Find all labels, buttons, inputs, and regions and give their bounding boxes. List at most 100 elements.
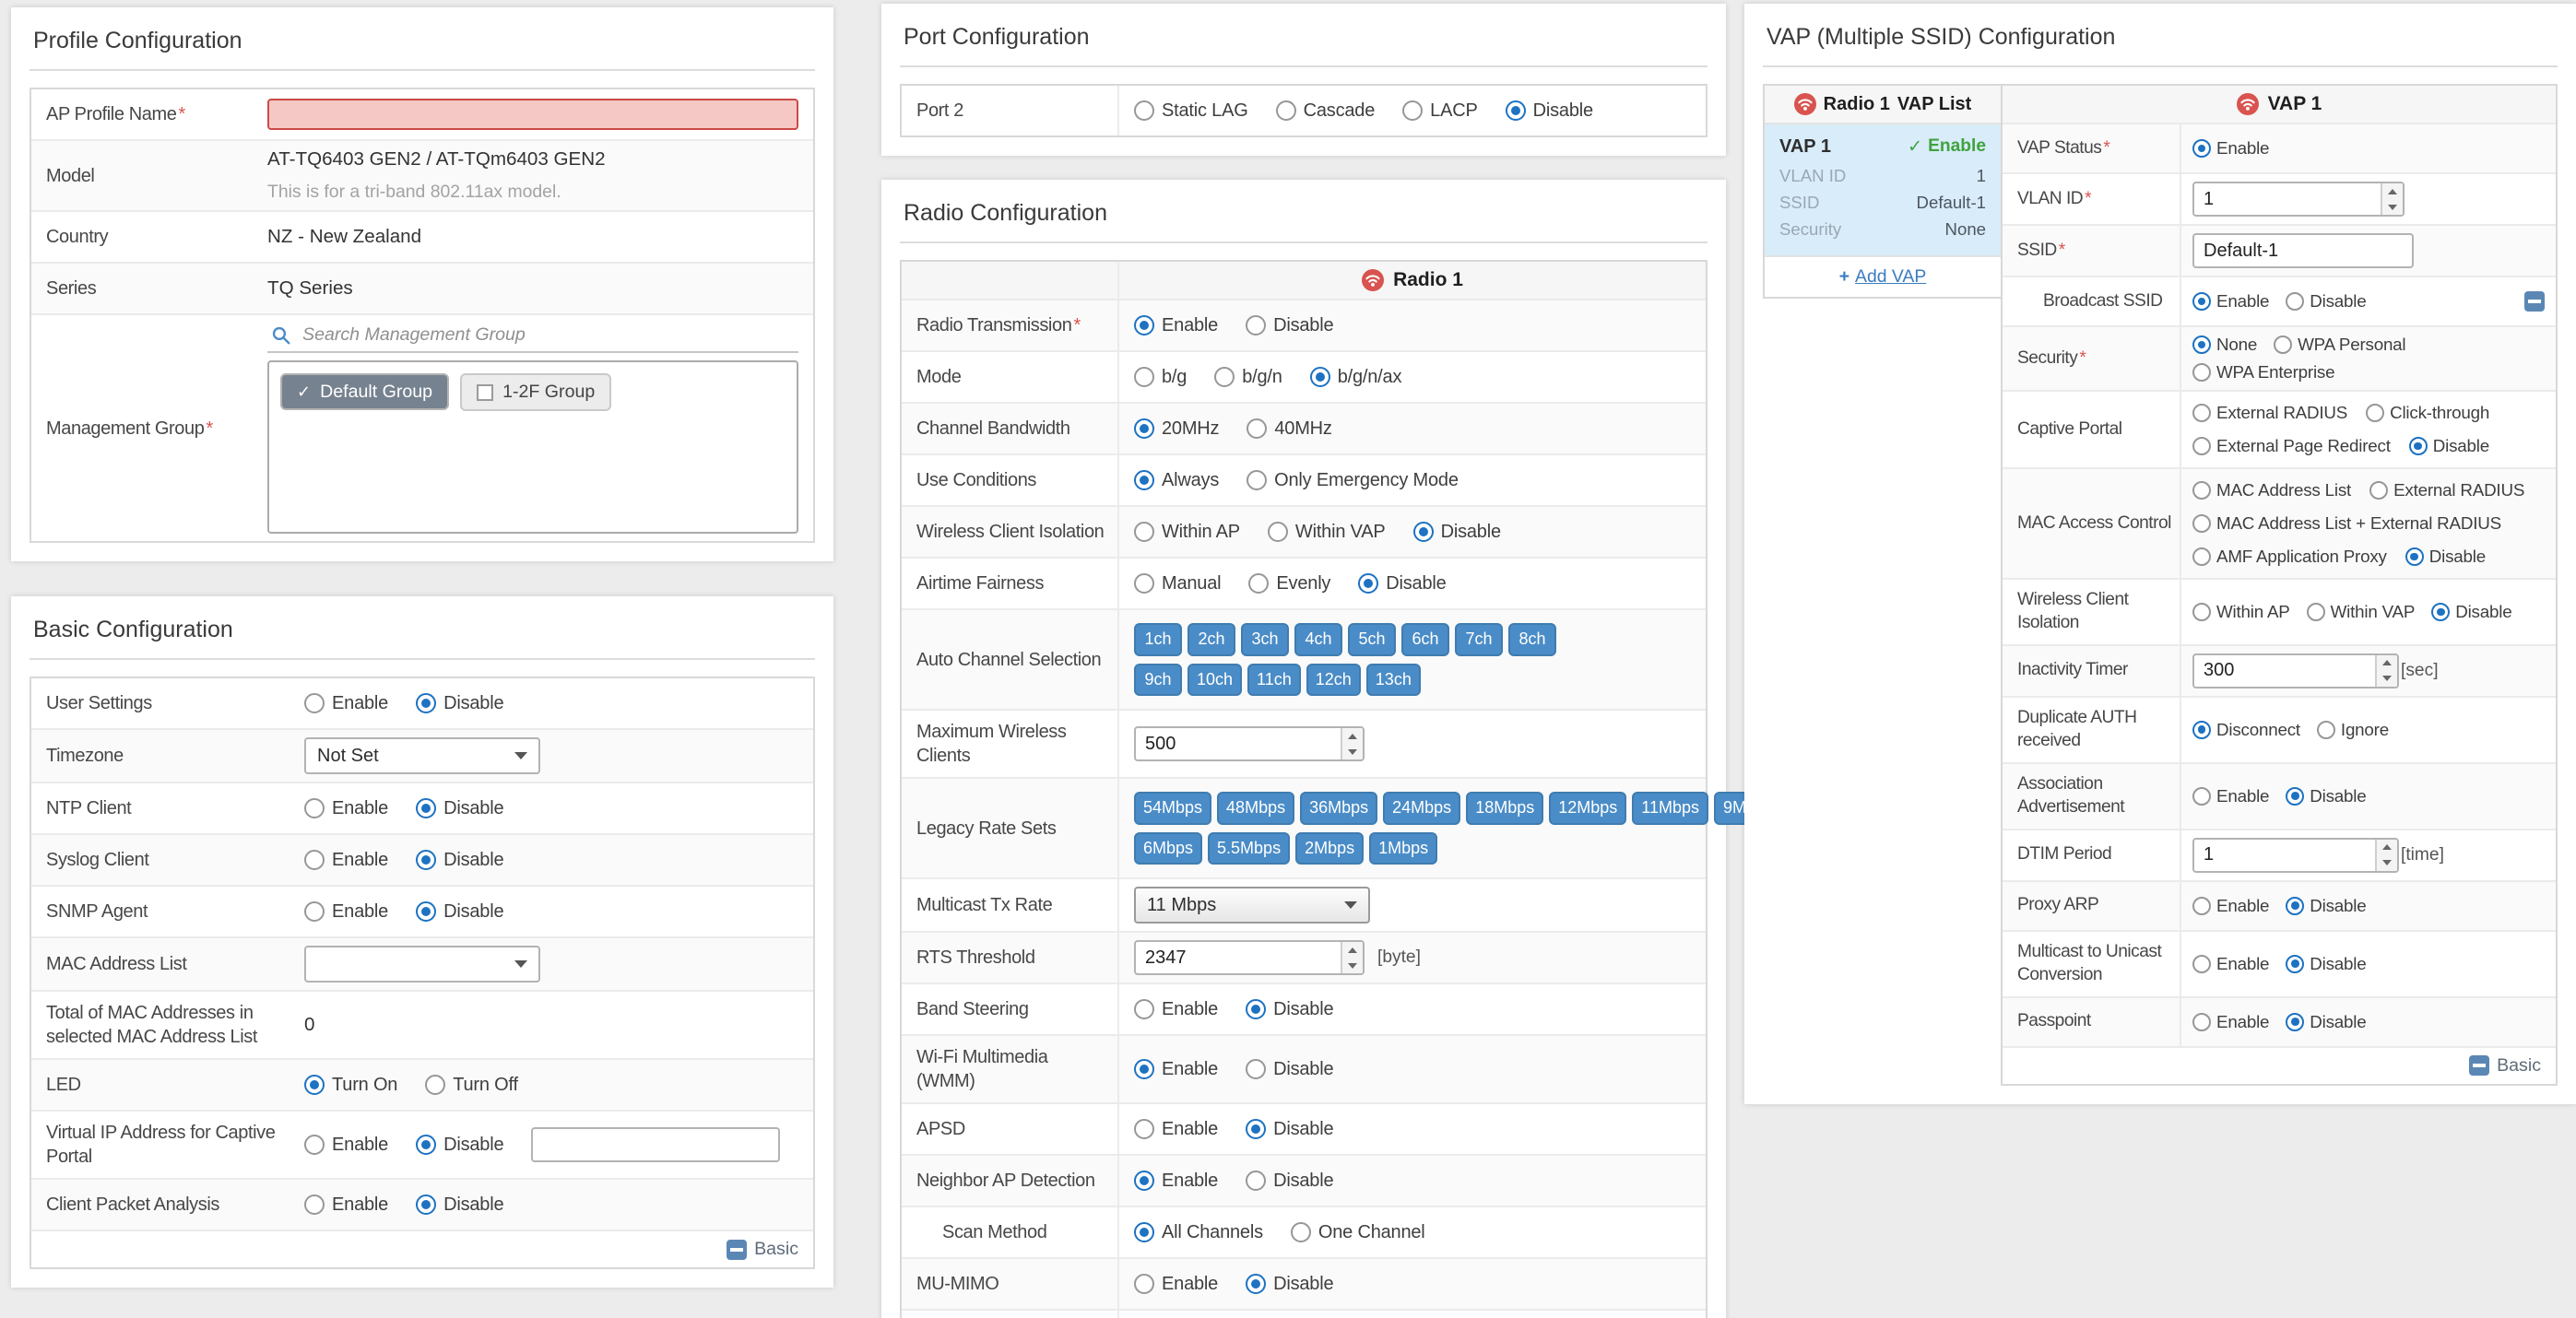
multicast-tx-rate-select[interactable]: 11 Mbps [1134, 887, 1370, 924]
vap-list-item-vap1[interactable]: VAP 1 Enable VLAN ID 1 SSID D [1765, 124, 2001, 257]
airtime-fairness-radio-option-1[interactable]: Evenly [1248, 573, 1330, 594]
radio-transmission-radio-option-0[interactable]: Enable [1134, 315, 1218, 336]
legacy-rate-sets-chip-54Mbps[interactable]: 54Mbps [1134, 792, 1211, 825]
virtual-ip-captive-portal-text-input[interactable] [531, 1127, 780, 1162]
auto-channel-selection-chip-3ch[interactable]: 3ch [1241, 623, 1289, 656]
port-2-radio-option-0[interactable]: Static LAG [1134, 100, 1248, 122]
vap_detail-basic-toggle[interactable]: Basic [2469, 1055, 2541, 1077]
association-advertisement-radio-option-0[interactable]: Enable [2192, 786, 2269, 806]
wireless-client-isolation-radio-option-2[interactable]: Disable [1413, 522, 1501, 543]
wireless-client-isolation-radio-option-1[interactable]: Within VAP [2307, 602, 2416, 622]
duplicate-auth-received-radio-option-1[interactable]: Ignore [2317, 720, 2389, 740]
auto-channel-selection-chip-1ch[interactable]: 1ch [1134, 623, 1182, 656]
spinner-up-icon[interactable] [2382, 183, 2403, 199]
security-radio-option-2[interactable]: WPA Enterprise [2192, 362, 2334, 382]
auto-channel-selection-chip-2ch[interactable]: 2ch [1188, 623, 1235, 656]
auto-channel-selection-chip-8ch[interactable]: 8ch [1508, 623, 1556, 656]
wifi-multimedia-wmm-radio-option-1[interactable]: Disable [1246, 1059, 1333, 1080]
legacy-rate-sets-chip-6Mbps[interactable]: 6Mbps [1134, 832, 1202, 865]
spinner-down-icon[interactable] [2377, 671, 2397, 687]
auto-channel-selection-chip-6ch[interactable]: 6ch [1401, 623, 1449, 656]
mode-radio-option-1[interactable]: b/g/n [1214, 367, 1282, 388]
mac-access-control-radio-option-2-1[interactable]: Disable [2405, 547, 2486, 567]
virtual-ip-captive-portal-radio-option-0[interactable]: Enable [304, 1135, 388, 1156]
legacy-rate-sets-chip-1Mbps[interactable]: 1Mbps [1369, 832, 1437, 865]
wireless-client-isolation-radio-option-0[interactable]: Within AP [1134, 522, 1240, 543]
mac-access-control-radio-option-1-0[interactable]: MAC Address List + External RADIUS [2192, 513, 2501, 534]
legacy-rate-sets-chip-48Mbps[interactable]: 48Mbps [1217, 792, 1294, 825]
mu-mimo-radio-option-0[interactable]: Enable [1134, 1274, 1218, 1295]
channel-bandwidth-radio-option-1[interactable]: 40MHz [1247, 418, 1331, 440]
syslog-client-radio-option-1[interactable]: Disable [416, 850, 503, 871]
legacy-rate-sets-chip-5.5Mbps[interactable]: 5.5Mbps [1208, 832, 1290, 865]
broadcast-ssid-radio-option-0[interactable]: Enable [2192, 291, 2269, 312]
scan-method-radio-option-0[interactable]: All Channels [1134, 1222, 1263, 1243]
led-radio-option-1[interactable]: Turn Off [425, 1075, 518, 1096]
spinner-up-icon[interactable] [2377, 655, 2397, 671]
broadcast-ssid-radio-option-1[interactable]: Disable [2286, 291, 2366, 312]
spinner-down-icon[interactable] [1342, 744, 1363, 759]
port-2-radio-option-1[interactable]: Cascade [1276, 100, 1376, 122]
captive-portal-radio-option-1-1[interactable]: Disable [2409, 436, 2489, 456]
mac-address-list-select[interactable] [304, 946, 540, 983]
wireless-client-isolation-radio-option-0[interactable]: Within AP [2192, 602, 2290, 622]
wireless-client-isolation-radio-option-1[interactable]: Within VAP [1268, 522, 1386, 543]
dtim-period-number-input[interactable] [2194, 840, 2375, 871]
mac-access-control-radio-option-2-0[interactable]: AMF Application Proxy [2192, 547, 2387, 567]
rts-threshold-number-input[interactable] [1136, 942, 1341, 973]
add-vap-link[interactable]: Add VAP [1765, 257, 2001, 297]
channel-bandwidth-radio-option-0[interactable]: 20MHz [1134, 418, 1219, 440]
auto-channel-selection-chip-7ch[interactable]: 7ch [1455, 623, 1503, 656]
captive-portal-radio-option-0-0[interactable]: External RADIUS [2192, 403, 2347, 423]
captive-portal-radio-option-1-0[interactable]: External Page Redirect [2192, 436, 2391, 456]
captive-portal-radio-option-0-1[interactable]: Click-through [2366, 403, 2489, 423]
auto-channel-selection-chip-13ch[interactable]: 13ch [1366, 664, 1421, 697]
apsd-radio-option-0[interactable]: Enable [1134, 1119, 1218, 1140]
band-steering-radio-option-1[interactable]: Disable [1246, 999, 1333, 1020]
syslog-client-radio-option-0[interactable]: Enable [304, 850, 388, 871]
auto-channel-selection-chip-11ch[interactable]: 11ch [1247, 664, 1301, 697]
legacy-rate-sets-chip-36Mbps[interactable]: 36Mbps [1300, 792, 1377, 825]
ssid-text-input[interactable] [2192, 233, 2414, 268]
timezone-select[interactable]: Not Set [304, 737, 540, 774]
auto-channel-selection-chip-9ch[interactable]: 9ch [1134, 664, 1182, 697]
auto-channel-selection-chip-4ch[interactable]: 4ch [1294, 623, 1342, 656]
virtual-ip-captive-portal-radio-option-1[interactable]: Disable [416, 1135, 503, 1156]
management-group-group-chip-1[interactable]: 1-2F Group [460, 373, 611, 411]
legacy-rate-sets-chip-2Mbps[interactable]: 2Mbps [1295, 832, 1364, 865]
snmp-agent-radio-option-0[interactable]: Enable [304, 901, 388, 923]
spinner-up-icon[interactable] [1342, 728, 1363, 744]
proxy-arp-radio-option-0[interactable]: Enable [2192, 896, 2269, 916]
neighbor-ap-detection-radio-option-0[interactable]: Enable [1134, 1171, 1218, 1192]
duplicate-auth-received-radio-option-0[interactable]: Disconnect [2192, 720, 2300, 740]
legacy-rate-sets-chip-18Mbps[interactable]: 18Mbps [1466, 792, 1543, 825]
spinner-down-icon[interactable] [2377, 855, 2397, 871]
wireless-client-isolation-radio-option-2[interactable]: Disable [2431, 602, 2511, 622]
mac-access-control-radio-option-0-0[interactable]: MAC Address List [2192, 480, 2351, 500]
neighbor-ap-detection-radio-option-1[interactable]: Disable [1246, 1171, 1333, 1192]
mode-radio-option-0[interactable]: b/g [1134, 367, 1187, 388]
mac-access-control-radio-option-0-1[interactable]: External RADIUS [2369, 480, 2524, 500]
maximum-wireless-clients-number-input[interactable] [1136, 728, 1341, 759]
proxy-arp-radio-option-1[interactable]: Disable [2286, 896, 2366, 916]
passpoint-radio-option-0[interactable]: Enable [2192, 1012, 2269, 1032]
passpoint-radio-option-1[interactable]: Disable [2286, 1012, 2366, 1032]
port-2-radio-option-2[interactable]: LACP [1402, 100, 1477, 122]
legacy-rate-sets-chip-11Mbps[interactable]: 11Mbps [1632, 792, 1708, 825]
auto-channel-selection-chip-10ch[interactable]: 10ch [1188, 664, 1242, 697]
band-steering-radio-option-0[interactable]: Enable [1134, 999, 1218, 1020]
vlan-id-number-input[interactable] [2194, 183, 2381, 215]
spinner-up-icon[interactable] [2377, 840, 2397, 855]
apsd-radio-option-1[interactable]: Disable [1246, 1119, 1333, 1140]
collapse-icon[interactable] [2524, 291, 2545, 312]
client-packet-analysis-radio-option-0[interactable]: Enable [304, 1194, 388, 1216]
legacy-rate-sets-chip-12Mbps[interactable]: 12Mbps [1549, 792, 1626, 825]
client-packet-analysis-radio-option-1[interactable]: Disable [416, 1194, 503, 1216]
ntp-client-radio-option-1[interactable]: Disable [416, 798, 503, 819]
user-settings-radio-option-1[interactable]: Disable [416, 693, 503, 714]
multicast-to-unicast-radio-option-1[interactable]: Disable [2286, 954, 2366, 974]
spinner-down-icon[interactable] [1342, 958, 1363, 973]
ap-profile-name-text-input[interactable] [267, 99, 798, 130]
legacy-rate-sets-chip-24Mbps[interactable]: 24Mbps [1383, 792, 1460, 825]
use-conditions-radio-option-1[interactable]: Only Emergency Mode [1247, 470, 1459, 491]
